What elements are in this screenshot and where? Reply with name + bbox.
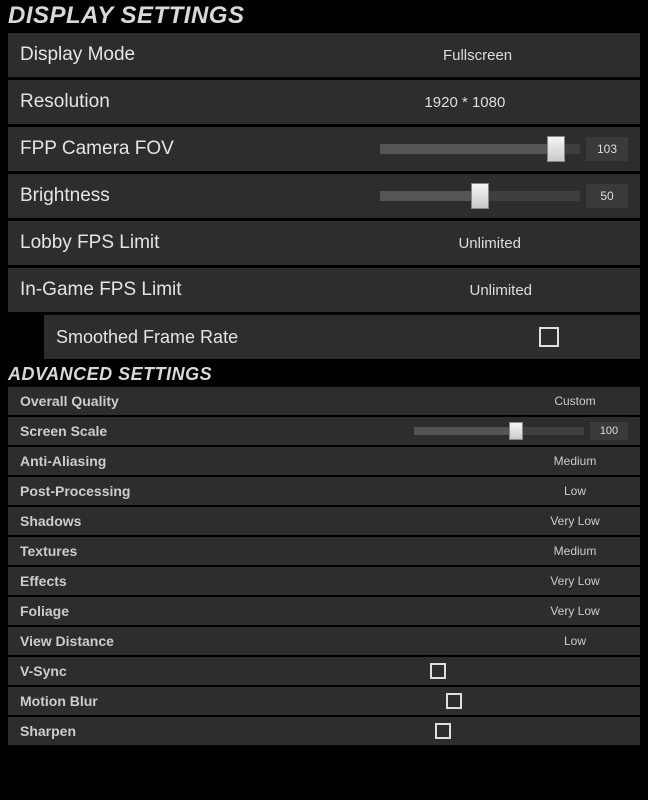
effects-row[interactable]: Effects Very Low [8,567,640,595]
foliage-row[interactable]: Foliage Very Low [8,597,640,625]
post-processing-value: Low [490,484,600,498]
smoothed-framerate-label: Smoothed Frame Rate [44,327,238,348]
fpp-fov-slider-thumb[interactable] [547,136,565,162]
vsync-checkbox[interactable] [430,663,446,679]
foliage-value: Very Low [490,604,600,618]
view-distance-value: Low [490,634,600,648]
screen-scale-row: Screen Scale 100 [8,417,640,445]
post-processing-row[interactable]: Post-Processing Low [8,477,640,505]
brightness-slider[interactable] [380,191,580,201]
display-mode-label: Display Mode [8,44,135,66]
lobby-fps-label: Lobby FPS Limit [8,232,159,254]
vsync-label: V-Sync [8,663,67,679]
textures-value: Medium [490,544,600,558]
resolution-row[interactable]: Resolution 1920 * 1080 [8,80,640,124]
textures-row[interactable]: Textures Medium [8,537,640,565]
effects-value: Very Low [490,574,600,588]
lobby-fps-row[interactable]: Lobby FPS Limit Unlimited [8,221,640,265]
screen-scale-value[interactable]: 100 [590,422,628,440]
ingame-fps-row[interactable]: In-Game FPS Limit Unlimited [8,268,640,312]
anti-aliasing-value: Medium [490,454,600,468]
screen-scale-slider[interactable] [414,427,584,435]
view-distance-label: View Distance [8,633,114,649]
vsync-row: V-Sync [8,657,640,685]
effects-label: Effects [8,573,67,589]
shadows-row[interactable]: Shadows Very Low [8,507,640,535]
overall-quality-value: Custom [490,394,600,408]
brightness-slider-fill [380,191,480,201]
textures-label: Textures [8,543,77,559]
sharpen-row: Sharpen [8,717,640,745]
fpp-fov-slider-fill [380,144,556,154]
display-settings-header: DISPLAY SETTINGS [0,0,648,30]
smoothed-framerate-row: Smoothed Frame Rate [44,315,640,359]
overall-quality-label: Overall Quality [8,393,119,409]
brightness-slider-thumb[interactable] [471,183,489,209]
screen-scale-slider-fill [414,427,516,435]
screen-scale-label: Screen Scale [8,423,107,439]
overall-quality-row[interactable]: Overall Quality Custom [8,387,640,415]
display-mode-value: Fullscreen [135,47,640,64]
fpp-fov-label: FPP Camera FOV [8,138,174,160]
screen-scale-slider-thumb[interactable] [509,422,523,440]
shadows-value: Very Low [490,514,600,528]
sharpen-label: Sharpen [8,723,76,739]
shadows-label: Shadows [8,513,81,529]
resolution-label: Resolution [8,91,110,113]
brightness-row: Brightness 50 [8,174,640,218]
motion-blur-checkbox[interactable] [446,693,462,709]
fpp-fov-row: FPP Camera FOV 103 [8,127,640,171]
ingame-fps-label: In-Game FPS Limit [8,279,182,301]
brightness-label: Brightness [8,185,110,207]
smoothed-framerate-checkbox[interactable] [539,327,559,347]
fpp-fov-slider[interactable] [380,144,580,154]
motion-blur-row: Motion Blur [8,687,640,715]
post-processing-label: Post-Processing [8,483,130,499]
anti-aliasing-row[interactable]: Anti-Aliasing Medium [8,447,640,475]
lobby-fps-value: Unlimited [159,235,640,252]
display-mode-row[interactable]: Display Mode Fullscreen [8,33,640,77]
advanced-settings-header: ADVANCED SETTINGS [0,362,648,385]
anti-aliasing-label: Anti-Aliasing [8,453,106,469]
foliage-label: Foliage [8,603,69,619]
brightness-value[interactable]: 50 [586,184,628,208]
fpp-fov-value[interactable]: 103 [586,137,628,161]
view-distance-row[interactable]: View Distance Low [8,627,640,655]
sharpen-checkbox[interactable] [435,723,451,739]
motion-blur-label: Motion Blur [8,693,98,709]
ingame-fps-value: Unlimited [182,282,640,299]
resolution-value: 1920 * 1080 [110,94,640,111]
